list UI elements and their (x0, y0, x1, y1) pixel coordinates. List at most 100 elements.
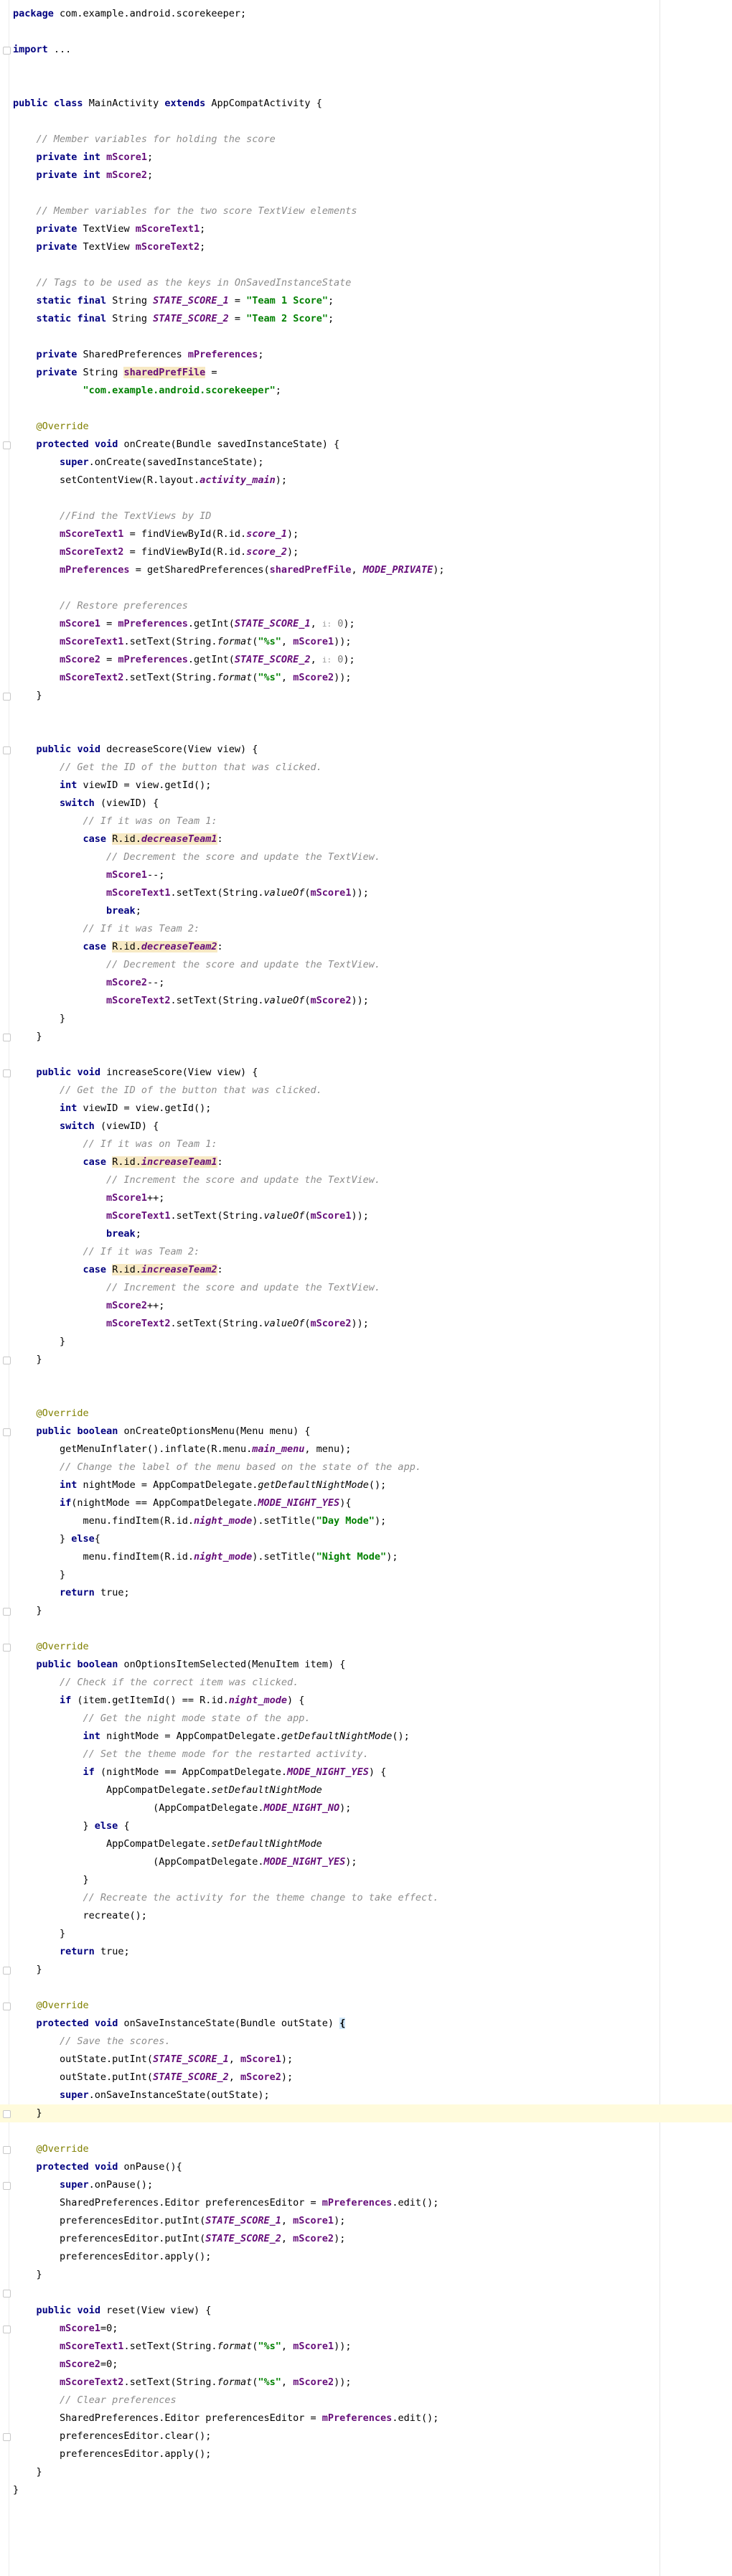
code-line[interactable]: "com.example.android.scorekeeper"; (0, 382, 732, 400)
code-line[interactable]: switch (viewID) { (0, 1118, 732, 1135)
code-line[interactable]: // Restore preferences (0, 597, 732, 615)
code-line[interactable]: super.onSaveInstanceState(outState); (0, 2086, 732, 2104)
code-line[interactable]: // Decrement the score and update the Te… (0, 956, 732, 974)
code-line[interactable]: mScoreText1.setText(String.valueOf(mScor… (0, 884, 732, 902)
code-line[interactable] (0, 2122, 732, 2140)
code-line[interactable]: private int mScore1; (0, 149, 732, 167)
code-line[interactable]: // Set the theme mode for the restarted … (0, 1746, 732, 1764)
code-line[interactable]: package com.example.android.scorekeeper; (0, 5, 732, 23)
code-line[interactable]: mScore2 = mPreferences.getInt(STATE_SCOR… (0, 651, 732, 669)
fold-marker-icon[interactable] (3, 2003, 11, 2010)
code-line[interactable]: case R.id.increaseTeam1: (0, 1153, 732, 1171)
code-line[interactable]: // Change the label of the menu based on… (0, 1458, 732, 1476)
code-line[interactable]: @Override (0, 1997, 732, 2015)
code-line[interactable] (0, 328, 732, 346)
code-line[interactable]: mScoreText1 = findViewById(R.id.score_1)… (0, 525, 732, 543)
code-line[interactable]: preferencesEditor.clear(); (0, 2427, 732, 2445)
fold-marker-icon[interactable] (3, 693, 11, 701)
code-line[interactable]: static final String STATE_SCORE_2 = "Tea… (0, 310, 732, 328)
code-line[interactable]: super.onCreate(savedInstanceState); (0, 454, 732, 472)
code-line[interactable] (0, 1046, 732, 1064)
code-line[interactable] (0, 1369, 732, 1387)
code-line[interactable]: // Clear preferences (0, 2392, 732, 2409)
code-line[interactable]: } (0, 2481, 732, 2499)
code-line[interactable]: mScoreText2 = findViewById(R.id.score_2)… (0, 543, 732, 561)
code-line[interactable]: outState.putInt(STATE_SCORE_2, mScore2); (0, 2069, 732, 2086)
code-line[interactable]: mScore1--; (0, 866, 732, 884)
code-line[interactable]: // Member variables for holding the scor… (0, 131, 732, 149)
code-line[interactable]: public boolean onOptionsItemSelected(Men… (0, 1656, 732, 1674)
code-line[interactable]: switch (viewID) { (0, 795, 732, 812)
fold-marker-icon[interactable] (3, 1428, 11, 1436)
code-line[interactable]: import ... (0, 41, 732, 59)
code-line[interactable] (0, 1979, 732, 1997)
fold-marker-icon[interactable] (3, 1357, 11, 1364)
code-line[interactable]: preferencesEditor.putInt(STATE_SCORE_2, … (0, 2230, 732, 2248)
code-line[interactable]: case R.id.decreaseTeam1: (0, 830, 732, 848)
fold-marker-icon[interactable] (3, 2110, 11, 2118)
fold-marker-icon[interactable] (3, 1034, 11, 1041)
code-line[interactable]: preferencesEditor.putInt(STATE_SCORE_1, … (0, 2212, 732, 2230)
fold-marker-icon[interactable] (3, 2182, 11, 2190)
code-line[interactable]: setContentView(R.layout.activity_main); (0, 472, 732, 490)
code-line[interactable]: } (0, 687, 732, 705)
code-line[interactable]: // Get the night mode state of the app. (0, 1710, 732, 1728)
code-line[interactable]: @Override (0, 1638, 732, 1656)
code-line[interactable]: mScore1 = mPreferences.getInt(STATE_SCOR… (0, 615, 732, 633)
code-line[interactable]: super.onPause(); (0, 2176, 732, 2194)
code-line[interactable]: int nightMode = AppCompatDelegate.getDef… (0, 1476, 732, 1494)
fold-marker-icon[interactable] (3, 2433, 11, 2441)
code-line[interactable]: static final String STATE_SCORE_1 = "Tea… (0, 292, 732, 310)
code-line[interactable]: // Member variables for the two score Te… (0, 202, 732, 220)
code-line[interactable]: // Get the ID of the button that was cli… (0, 1082, 732, 1100)
code-line[interactable]: AppCompatDelegate.setDefaultNightMode (0, 1835, 732, 1853)
code-line[interactable]: mPreferences = getSharedPreferences(shar… (0, 561, 732, 579)
code-line[interactable]: // Increment the score and update the Te… (0, 1171, 732, 1189)
code-line[interactable]: if(nightMode == AppCompatDelegate.MODE_N… (0, 1494, 732, 1512)
fold-marker-icon[interactable] (3, 2146, 11, 2154)
code-line[interactable]: mScoreText1.setText(String.format("%s", … (0, 633, 732, 651)
code-line[interactable]: } (0, 1351, 732, 1369)
code-line[interactable]: menu.findItem(R.id.night_mode).setTitle(… (0, 1548, 732, 1566)
code-line[interactable]: // Save the scores. (0, 2033, 732, 2051)
code-line[interactable]: private TextView mScoreText2; (0, 238, 732, 256)
code-line[interactable]: break; (0, 902, 732, 920)
code-editor[interactable]: package com.example.android.scorekeeper;… (0, 0, 732, 2576)
code-line[interactable]: private TextView mScoreText1; (0, 220, 732, 238)
code-line[interactable] (0, 490, 732, 507)
code-line[interactable]: mScore1=0; (0, 2320, 732, 2338)
fold-marker-icon[interactable] (3, 746, 11, 754)
code-line[interactable]: // Check if the correct item was clicked… (0, 1674, 732, 1692)
code-line[interactable]: } (0, 1010, 732, 1028)
code-line[interactable]: protected void onCreate(Bundle savedInst… (0, 436, 732, 454)
code-line[interactable]: public class MainActivity extends AppCom… (0, 95, 732, 113)
code-line[interactable]: mScore2--; (0, 974, 732, 992)
code-line[interactable]: private SharedPreferences mPreferences; (0, 346, 732, 364)
code-line[interactable] (0, 400, 732, 418)
code-line[interactable]: return true; (0, 1584, 732, 1602)
code-line[interactable]: SharedPreferences.Editor preferencesEdit… (0, 2409, 732, 2427)
code-line[interactable]: preferencesEditor.apply(); (0, 2445, 732, 2463)
fold-marker-icon[interactable] (3, 1608, 11, 1616)
code-line[interactable] (0, 1387, 732, 1405)
code-line[interactable] (0, 2284, 732, 2302)
code-line[interactable]: } (0, 1028, 732, 1046)
code-line[interactable]: // Get the ID of the button that was cli… (0, 759, 732, 777)
fold-marker-icon[interactable] (3, 441, 11, 449)
code-line[interactable]: mScore1++; (0, 1189, 732, 1207)
code-line[interactable]: // Decrement the score and update the Te… (0, 848, 732, 866)
code-line[interactable]: } (0, 1602, 732, 1620)
code-line[interactable]: private int mScore2; (0, 167, 732, 184)
fold-marker-icon[interactable] (3, 2326, 11, 2333)
code-line[interactable]: // Tags to be used as the keys in OnSave… (0, 274, 732, 292)
code-line[interactable]: case R.id.decreaseTeam2: (0, 938, 732, 956)
code-line[interactable] (0, 23, 732, 41)
code-line[interactable]: mScore2=0; (0, 2356, 732, 2374)
code-line[interactable]: int viewID = view.getId(); (0, 777, 732, 795)
code-line[interactable]: case R.id.increaseTeam2: (0, 1261, 732, 1279)
code-line[interactable]: @Override (0, 418, 732, 436)
fold-marker-icon[interactable] (3, 1069, 11, 1077)
code-line[interactable]: (AppCompatDelegate.MODE_NIGHT_YES); (0, 1853, 732, 1871)
code-line[interactable]: mScoreText2.setText(String.valueOf(mScor… (0, 1315, 732, 1333)
code-line[interactable] (0, 705, 732, 723)
